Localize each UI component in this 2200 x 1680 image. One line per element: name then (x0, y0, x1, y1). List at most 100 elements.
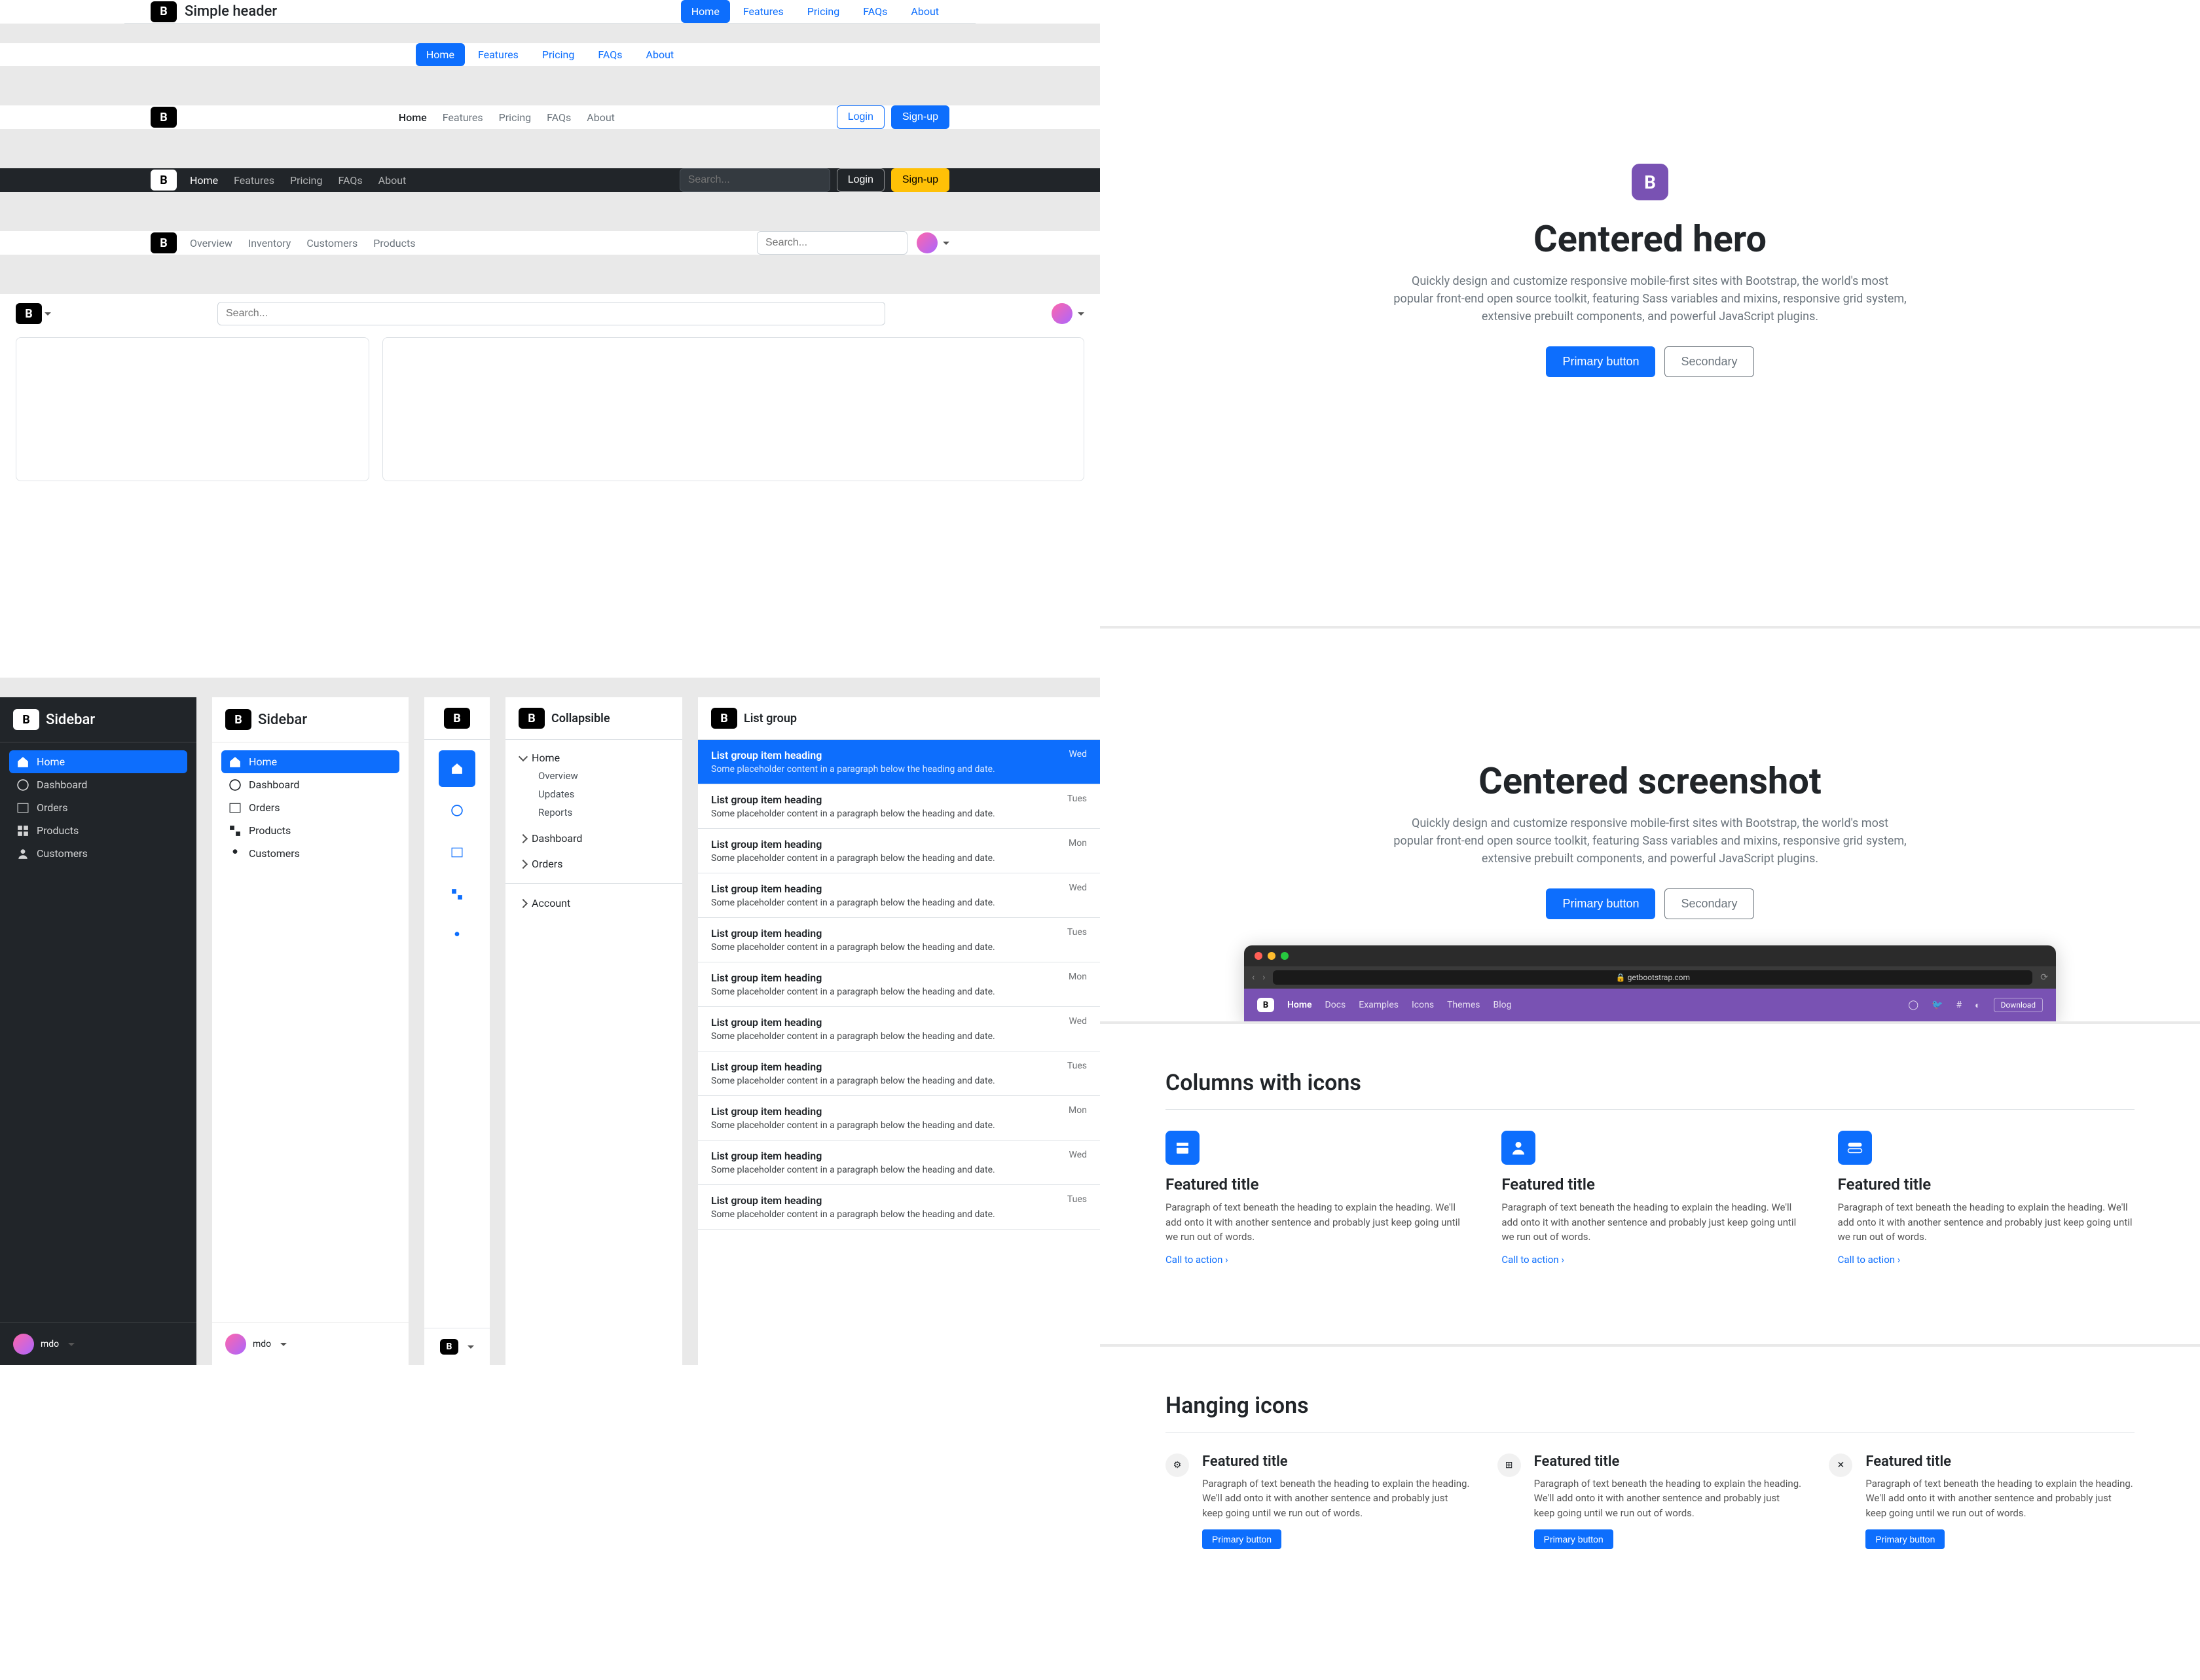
opencollective-icon[interactable]: ◐ (1975, 1000, 1980, 1011)
avatar-icon (1052, 303, 1072, 324)
bootstrap-icon[interactable]: B (151, 107, 177, 128)
nav-home[interactable]: Home (681, 0, 730, 23)
list-item[interactable]: List group item headingSome placeholder … (698, 1185, 1100, 1230)
nav-features[interactable]: Features (468, 43, 529, 66)
nav-features[interactable]: Features (443, 111, 483, 124)
sidebar-item-orders[interactable] (439, 834, 475, 871)
bootstrap-icon: B (13, 709, 39, 730)
list-item[interactable]: List group item headingSome placeholder … (698, 1007, 1100, 1051)
bootstrap-icon[interactable]: B (444, 708, 470, 729)
sidebar-item-customers[interactable]: Customers (221, 842, 399, 865)
sidebar-item-home[interactable]: Home (221, 750, 399, 773)
nav-about[interactable]: About (378, 174, 407, 187)
primary-button[interactable]: Primary button (1546, 888, 1655, 919)
nav-home[interactable]: Home (190, 174, 218, 187)
site-link-themes[interactable]: Themes (1447, 1000, 1480, 1010)
sidebar-item-dashboard[interactable] (439, 792, 475, 829)
download-button[interactable]: Download (1994, 998, 2043, 1012)
nav-faqs[interactable]: FAQs (587, 43, 632, 66)
signup-button[interactable]: Sign-up (891, 168, 949, 192)
brand-dropdown[interactable]: B (16, 303, 51, 324)
nav-faqs[interactable]: FAQs (339, 174, 363, 187)
user-menu[interactable]: mdo (0, 1323, 196, 1365)
sidebar-item-dashboard[interactable]: Dashboard (9, 773, 187, 796)
collapse-home[interactable]: Home (520, 749, 668, 767)
nav-about[interactable]: About (587, 111, 615, 124)
site-link-home[interactable]: Home (1287, 1000, 1312, 1010)
sidebar-item-products[interactable]: Products (221, 819, 399, 842)
nav-faqs[interactable]: FAQs (547, 111, 571, 124)
brand[interactable]: B Simple header (151, 1, 277, 22)
sidebar-item-orders[interactable]: Orders (9, 796, 187, 819)
sidebar-item-home[interactable]: Home (9, 750, 187, 773)
list-item[interactable]: List group item headingSome placeholder … (698, 1096, 1100, 1141)
user-menu[interactable] (917, 232, 949, 253)
table-icon (229, 802, 241, 814)
signup-button[interactable]: Sign-up (891, 105, 949, 129)
user-menu[interactable]: mdo (212, 1323, 409, 1365)
nav-about[interactable]: About (900, 0, 949, 23)
list-item-day: Tues (1067, 927, 1087, 953)
list-item[interactable]: List group item headingSome placeholder … (698, 873, 1100, 918)
nav-pricing[interactable]: Pricing (797, 0, 851, 23)
sublink-updates[interactable]: Updates (538, 785, 668, 803)
list-item[interactable]: List group item headingSome placeholder … (698, 918, 1100, 962)
user-menu[interactable]: B (424, 1328, 490, 1365)
nav-features[interactable]: Features (733, 0, 794, 23)
nav-overview[interactable]: Overview (190, 237, 232, 249)
nav-features[interactable]: Features (234, 174, 274, 187)
secondary-button[interactable]: Secondary (1664, 888, 1753, 919)
primary-button[interactable]: Primary button (1534, 1529, 1613, 1549)
login-button[interactable]: Login (837, 168, 885, 192)
cta-link[interactable]: Call to action (1501, 1254, 1564, 1266)
primary-button[interactable]: Primary button (1865, 1529, 1945, 1549)
search-input[interactable] (680, 168, 830, 192)
primary-button[interactable]: Primary button (1546, 346, 1655, 377)
site-link-blog[interactable]: Blog (1493, 1000, 1511, 1010)
cta-link[interactable]: Call to action (1165, 1254, 1228, 1266)
sidebar-item-customers[interactable]: Customers (9, 842, 187, 865)
primary-button[interactable]: Primary button (1202, 1529, 1281, 1549)
nav-home[interactable]: Home (416, 43, 465, 66)
collapse-account[interactable]: Account (520, 894, 668, 912)
nav-pricing[interactable]: Pricing (499, 111, 532, 124)
site-link-examples[interactable]: Examples (1359, 1000, 1399, 1010)
login-button[interactable]: Login (837, 105, 885, 129)
collapse-orders[interactable]: Orders (520, 855, 668, 873)
nav-products[interactable]: Products (373, 237, 415, 249)
nav-about[interactable]: About (636, 43, 685, 66)
nav-customers[interactable]: Customers (306, 237, 358, 249)
sidebar-item-products[interactable]: Products (9, 819, 187, 842)
collapse-dashboard[interactable]: Dashboard (520, 830, 668, 847)
list-item[interactable]: List group item headingSome placeholder … (698, 784, 1100, 829)
slack-icon[interactable]: # (1956, 1000, 1962, 1010)
nav-home[interactable]: Home (399, 111, 427, 124)
user-menu[interactable] (1052, 303, 1084, 324)
search-input[interactable] (757, 231, 908, 255)
secondary-button[interactable]: Secondary (1664, 346, 1753, 377)
list-item[interactable]: List group item headingSome placeholder … (698, 1141, 1100, 1185)
list-item[interactable]: List group item headingSome placeholder … (698, 1051, 1100, 1096)
nav-pricing[interactable]: Pricing (532, 43, 585, 66)
bootstrap-icon[interactable]: B (151, 170, 177, 191)
nav-inventory[interactable]: Inventory (248, 237, 291, 249)
twitter-icon[interactable]: 🐦 (1932, 1000, 1943, 1010)
sublink-overview[interactable]: Overview (538, 767, 668, 785)
sidebar-item-customers[interactable] (439, 918, 475, 955)
github-icon[interactable]: ◯ (1908, 1000, 1918, 1010)
sidebar-item-home[interactable] (439, 750, 475, 787)
list-item[interactable]: List group item headingSome placeholder … (698, 740, 1100, 784)
nav-pricing[interactable]: Pricing (290, 174, 323, 187)
sidebar-item-dashboard[interactable]: Dashboard (221, 773, 399, 796)
list-item[interactable]: List group item headingSome placeholder … (698, 962, 1100, 1007)
site-link-docs[interactable]: Docs (1325, 1000, 1346, 1010)
cta-link[interactable]: Call to action (1838, 1254, 1901, 1266)
list-item[interactable]: List group item headingSome placeholder … (698, 829, 1100, 873)
sidebar-item-products[interactable] (439, 876, 475, 913)
site-link-icons[interactable]: Icons (1412, 1000, 1434, 1010)
search-input[interactable] (217, 302, 885, 325)
bootstrap-icon[interactable]: B (151, 232, 177, 253)
sidebar-item-orders[interactable]: Orders (221, 796, 399, 819)
sublink-reports[interactable]: Reports (538, 803, 668, 822)
nav-faqs[interactable]: FAQs (852, 0, 898, 23)
